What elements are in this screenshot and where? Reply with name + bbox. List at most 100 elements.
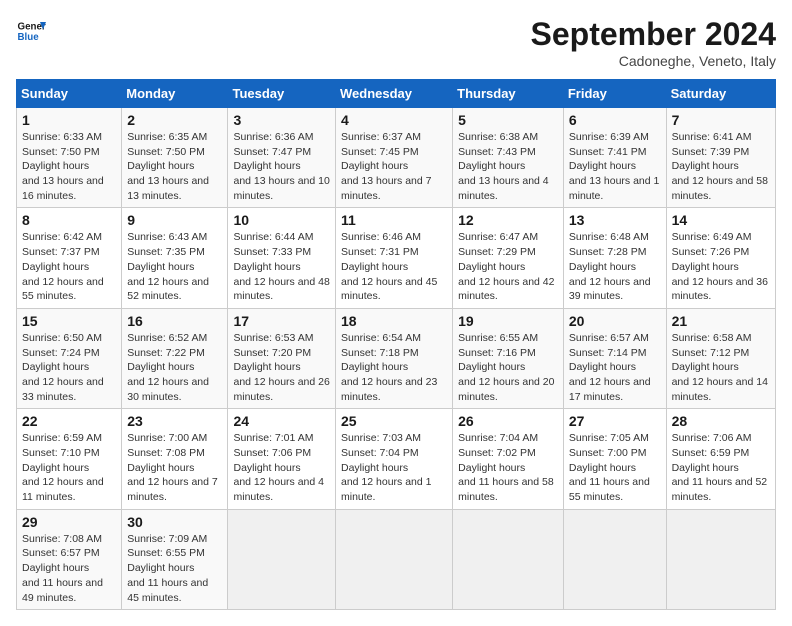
day-info: Sunrise: 7:04 AM Sunset: 7:02 PM Dayligh… (458, 431, 558, 504)
svg-text:Blue: Blue (18, 32, 40, 43)
table-row: 17 Sunrise: 6:53 AM Sunset: 7:20 PM Dayl… (228, 308, 336, 408)
day-info: Sunrise: 6:52 AM Sunset: 7:22 PM Dayligh… (127, 331, 222, 404)
table-row (666, 509, 775, 609)
day-number: 5 (458, 112, 558, 128)
table-row: 24 Sunrise: 7:01 AM Sunset: 7:06 PM Dayl… (228, 409, 336, 509)
day-number: 12 (458, 212, 558, 228)
table-row: 20 Sunrise: 6:57 AM Sunset: 7:14 PM Dayl… (563, 308, 666, 408)
table-row: 22 Sunrise: 6:59 AM Sunset: 7:10 PM Dayl… (17, 409, 122, 509)
day-number: 22 (22, 413, 116, 429)
logo: General Blue (16, 16, 46, 46)
col-friday: Friday (563, 80, 666, 108)
table-row: 4 Sunrise: 6:37 AM Sunset: 7:45 PM Dayli… (336, 108, 453, 208)
calendar-week-row: 15 Sunrise: 6:50 AM Sunset: 7:24 PM Dayl… (17, 308, 776, 408)
day-info: Sunrise: 6:37 AM Sunset: 7:45 PM Dayligh… (341, 130, 447, 203)
day-number: 2 (127, 112, 222, 128)
calendar-table: Sunday Monday Tuesday Wednesday Thursday… (16, 79, 776, 610)
table-row (228, 509, 336, 609)
table-row: 14 Sunrise: 6:49 AM Sunset: 7:26 PM Dayl… (666, 208, 775, 308)
table-row: 12 Sunrise: 6:47 AM Sunset: 7:29 PM Dayl… (453, 208, 564, 308)
table-row: 5 Sunrise: 6:38 AM Sunset: 7:43 PM Dayli… (453, 108, 564, 208)
day-info: Sunrise: 6:48 AM Sunset: 7:28 PM Dayligh… (569, 230, 661, 303)
day-info: Sunrise: 6:50 AM Sunset: 7:24 PM Dayligh… (22, 331, 116, 404)
table-row: 2 Sunrise: 6:35 AM Sunset: 7:50 PM Dayli… (122, 108, 228, 208)
day-info: Sunrise: 6:59 AM Sunset: 7:10 PM Dayligh… (22, 431, 116, 504)
table-row: 29 Sunrise: 7:08 AM Sunset: 6:57 PM Dayl… (17, 509, 122, 609)
day-info: Sunrise: 6:42 AM Sunset: 7:37 PM Dayligh… (22, 230, 116, 303)
location-subtitle: Cadoneghe, Veneto, Italy (531, 53, 776, 69)
calendar-week-row: 29 Sunrise: 7:08 AM Sunset: 6:57 PM Dayl… (17, 509, 776, 609)
col-wednesday: Wednesday (336, 80, 453, 108)
calendar-header-row: Sunday Monday Tuesday Wednesday Thursday… (17, 80, 776, 108)
day-number: 8 (22, 212, 116, 228)
table-row: 11 Sunrise: 6:46 AM Sunset: 7:31 PM Dayl… (336, 208, 453, 308)
day-number: 18 (341, 313, 447, 329)
day-number: 3 (233, 112, 330, 128)
day-info: Sunrise: 6:53 AM Sunset: 7:20 PM Dayligh… (233, 331, 330, 404)
table-row: 13 Sunrise: 6:48 AM Sunset: 7:28 PM Dayl… (563, 208, 666, 308)
table-row: 19 Sunrise: 6:55 AM Sunset: 7:16 PM Dayl… (453, 308, 564, 408)
table-row: 1 Sunrise: 6:33 AM Sunset: 7:50 PM Dayli… (17, 108, 122, 208)
day-number: 13 (569, 212, 661, 228)
col-saturday: Saturday (666, 80, 775, 108)
day-number: 14 (672, 212, 770, 228)
day-info: Sunrise: 6:47 AM Sunset: 7:29 PM Dayligh… (458, 230, 558, 303)
calendar-week-row: 8 Sunrise: 6:42 AM Sunset: 7:37 PM Dayli… (17, 208, 776, 308)
day-number: 11 (341, 212, 447, 228)
day-info: Sunrise: 6:38 AM Sunset: 7:43 PM Dayligh… (458, 130, 558, 203)
table-row: 9 Sunrise: 6:43 AM Sunset: 7:35 PM Dayli… (122, 208, 228, 308)
day-number: 10 (233, 212, 330, 228)
day-number: 9 (127, 212, 222, 228)
day-number: 29 (22, 514, 116, 530)
day-info: Sunrise: 7:01 AM Sunset: 7:06 PM Dayligh… (233, 431, 330, 504)
title-block: September 2024 Cadoneghe, Veneto, Italy (531, 16, 776, 69)
day-info: Sunrise: 6:33 AM Sunset: 7:50 PM Dayligh… (22, 130, 116, 203)
table-row: 26 Sunrise: 7:04 AM Sunset: 7:02 PM Dayl… (453, 409, 564, 509)
day-number: 17 (233, 313, 330, 329)
day-info: Sunrise: 7:05 AM Sunset: 7:00 PM Dayligh… (569, 431, 661, 504)
day-info: Sunrise: 6:41 AM Sunset: 7:39 PM Dayligh… (672, 130, 770, 203)
table-row: 16 Sunrise: 6:52 AM Sunset: 7:22 PM Dayl… (122, 308, 228, 408)
table-row (453, 509, 564, 609)
day-number: 1 (22, 112, 116, 128)
day-number: 4 (341, 112, 447, 128)
day-number: 20 (569, 313, 661, 329)
table-row (336, 509, 453, 609)
day-number: 6 (569, 112, 661, 128)
day-number: 28 (672, 413, 770, 429)
day-number: 7 (672, 112, 770, 128)
day-number: 15 (22, 313, 116, 329)
day-info: Sunrise: 7:08 AM Sunset: 6:57 PM Dayligh… (22, 532, 116, 605)
col-thursday: Thursday (453, 80, 564, 108)
day-number: 21 (672, 313, 770, 329)
table-row: 28 Sunrise: 7:06 AM Sunset: 6:59 PM Dayl… (666, 409, 775, 509)
page-header: General Blue September 2024 Cadoneghe, V… (16, 16, 776, 69)
day-info: Sunrise: 6:36 AM Sunset: 7:47 PM Dayligh… (233, 130, 330, 203)
table-row: 3 Sunrise: 6:36 AM Sunset: 7:47 PM Dayli… (228, 108, 336, 208)
day-number: 26 (458, 413, 558, 429)
day-number: 25 (341, 413, 447, 429)
day-info: Sunrise: 7:03 AM Sunset: 7:04 PM Dayligh… (341, 431, 447, 504)
day-info: Sunrise: 6:54 AM Sunset: 7:18 PM Dayligh… (341, 331, 447, 404)
table-row: 30 Sunrise: 7:09 AM Sunset: 6:55 PM Dayl… (122, 509, 228, 609)
table-row: 21 Sunrise: 6:58 AM Sunset: 7:12 PM Dayl… (666, 308, 775, 408)
col-monday: Monday (122, 80, 228, 108)
day-info: Sunrise: 6:58 AM Sunset: 7:12 PM Dayligh… (672, 331, 770, 404)
day-info: Sunrise: 6:39 AM Sunset: 7:41 PM Dayligh… (569, 130, 661, 203)
table-row: 7 Sunrise: 6:41 AM Sunset: 7:39 PM Dayli… (666, 108, 775, 208)
col-sunday: Sunday (17, 80, 122, 108)
day-info: Sunrise: 7:00 AM Sunset: 7:08 PM Dayligh… (127, 431, 222, 504)
day-number: 16 (127, 313, 222, 329)
col-tuesday: Tuesday (228, 80, 336, 108)
day-number: 27 (569, 413, 661, 429)
table-row: 15 Sunrise: 6:50 AM Sunset: 7:24 PM Dayl… (17, 308, 122, 408)
day-number: 30 (127, 514, 222, 530)
table-row: 23 Sunrise: 7:00 AM Sunset: 7:08 PM Dayl… (122, 409, 228, 509)
logo-icon: General Blue (16, 16, 46, 46)
month-title: September 2024 (531, 16, 776, 53)
table-row: 18 Sunrise: 6:54 AM Sunset: 7:18 PM Dayl… (336, 308, 453, 408)
table-row: 10 Sunrise: 6:44 AM Sunset: 7:33 PM Dayl… (228, 208, 336, 308)
calendar-week-row: 1 Sunrise: 6:33 AM Sunset: 7:50 PM Dayli… (17, 108, 776, 208)
day-number: 19 (458, 313, 558, 329)
day-info: Sunrise: 6:46 AM Sunset: 7:31 PM Dayligh… (341, 230, 447, 303)
